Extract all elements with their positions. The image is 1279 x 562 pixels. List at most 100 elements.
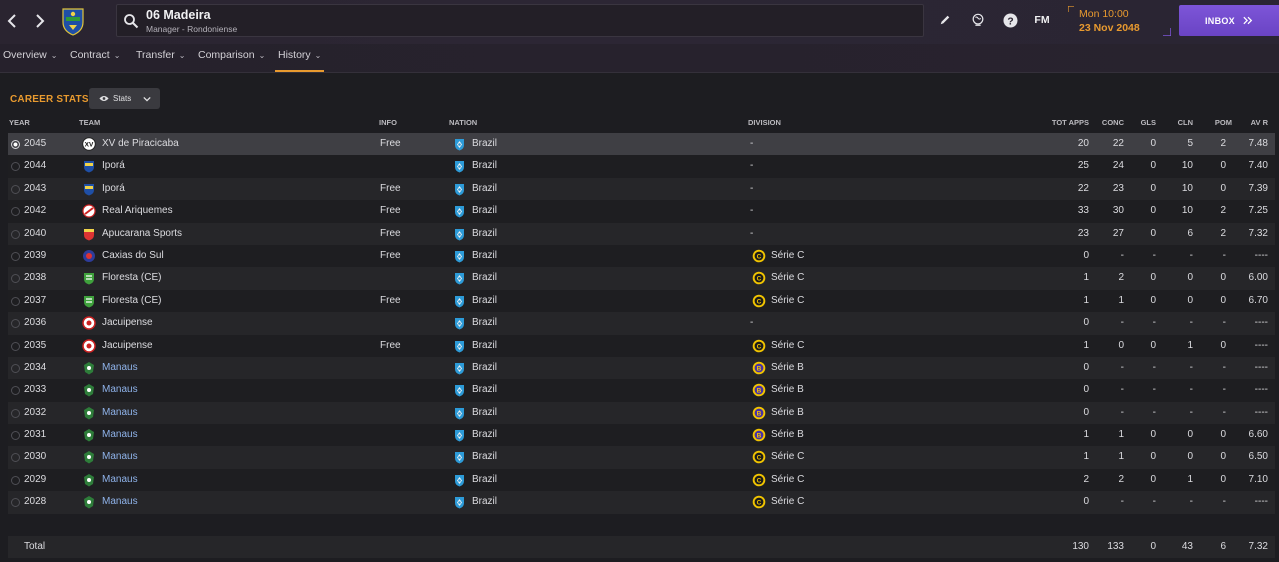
table-row[interactable]: 2028 Manaus Brazil C Série C 0- - - - ---- bbox=[8, 491, 1275, 514]
nation-cell[interactable]: Brazil bbox=[472, 183, 497, 194]
tab-contract[interactable]: Contract ⌄ bbox=[70, 49, 120, 71]
row-select-radio[interactable] bbox=[11, 251, 20, 261]
division-cell[interactable]: Série C bbox=[771, 340, 804, 351]
table-row[interactable]: 2034 Manaus Brazil B Série B 0- - - - ---- bbox=[8, 356, 1275, 380]
division-cell[interactable]: Série C bbox=[771, 496, 804, 507]
nation-cell[interactable]: Brazil bbox=[472, 138, 497, 149]
world-globe-icon[interactable] bbox=[969, 11, 987, 29]
column-header-apps[interactable]: TOT APPS bbox=[1040, 118, 1089, 127]
row-select-radio[interactable] bbox=[11, 274, 20, 284]
division-cell[interactable]: Série B bbox=[771, 362, 804, 373]
nation-cell[interactable]: Brazil bbox=[472, 160, 497, 171]
forward-arrow-icon[interactable] bbox=[28, 8, 52, 34]
search-icon[interactable] bbox=[123, 13, 139, 29]
column-header-pom[interactable]: POM bbox=[1200, 118, 1232, 127]
column-header-year[interactable]: YEAR bbox=[9, 118, 30, 127]
nation-cell[interactable]: Brazil bbox=[472, 205, 497, 216]
nation-cell[interactable]: Brazil bbox=[472, 429, 497, 440]
row-select-radio[interactable] bbox=[11, 431, 20, 441]
back-arrow-icon[interactable] bbox=[0, 8, 24, 34]
team-cell[interactable]: Manaus bbox=[102, 407, 138, 418]
tab-history[interactable]: History ⌄ bbox=[274, 49, 325, 72]
team-cell[interactable]: Manaus bbox=[102, 362, 138, 373]
team-cell[interactable]: Real Ariquemes bbox=[102, 205, 173, 216]
tab-transfer[interactable]: Transfer ⌄ bbox=[136, 49, 185, 71]
table-row[interactable]: 2029 Manaus Brazil C Série C 2 2 0 1 0 7.10 bbox=[8, 468, 1275, 492]
table-row[interactable]: 2043 Iporá Free Brazil - 22 23 0 10 0 7.39 bbox=[8, 177, 1275, 201]
table-row[interactable]: 2033 Manaus Brazil B Série B 0- - - - ---- bbox=[8, 379, 1275, 402]
column-header-info[interactable]: INFO bbox=[379, 118, 397, 127]
nation-cell[interactable]: Brazil bbox=[472, 474, 497, 485]
division-cell[interactable]: Série B bbox=[771, 429, 804, 440]
table-row[interactable]: 2040 Apucarana Sports Free Brazil - 23 27 0 6 2 7.… bbox=[8, 222, 1275, 245]
row-select-radio[interactable] bbox=[11, 341, 20, 351]
table-row[interactable]: 2039 Caxias do Sul Free Brazil C Série C0----… bbox=[8, 244, 1275, 268]
nation-cell[interactable]: Brazil bbox=[472, 340, 497, 351]
row-select-radio[interactable] bbox=[11, 363, 20, 373]
row-select-radio[interactable] bbox=[11, 207, 20, 217]
division-cell[interactable]: Série C bbox=[771, 295, 804, 306]
team-cell[interactable]: Floresta (CE) bbox=[102, 272, 161, 283]
edit-pencil-icon[interactable] bbox=[936, 11, 954, 29]
nation-cell[interactable]: Brazil bbox=[472, 384, 497, 395]
team-cell[interactable]: Apucarana Sports bbox=[102, 228, 182, 239]
table-row[interactable]: 2037 Floresta (CE) Free Brazil C Série C 1 1 0 0 0… bbox=[8, 289, 1275, 313]
team-cell[interactable]: Manaus bbox=[102, 429, 138, 440]
row-select-radio[interactable] bbox=[11, 319, 20, 329]
team-cell[interactable]: Manaus bbox=[102, 451, 138, 462]
column-header-cln[interactable]: CLN bbox=[1163, 118, 1193, 127]
nation-cell[interactable]: Brazil bbox=[472, 496, 497, 507]
row-select-radio[interactable] bbox=[11, 162, 20, 172]
column-header-team[interactable]: TEAM bbox=[79, 118, 100, 127]
nation-cell[interactable]: Brazil bbox=[472, 317, 497, 328]
column-header-gls[interactable]: GLS bbox=[1128, 118, 1156, 127]
row-select-radio[interactable] bbox=[11, 386, 20, 396]
team-cell[interactable]: Iporá bbox=[102, 183, 125, 194]
row-select-radio[interactable] bbox=[11, 498, 20, 508]
tab-overview[interactable]: Overview ⌄ bbox=[3, 49, 57, 71]
division-cell[interactable]: Série B bbox=[771, 384, 804, 395]
team-cell[interactable]: Floresta (CE) bbox=[102, 295, 161, 306]
row-select-radio[interactable] bbox=[11, 184, 20, 194]
team-cell[interactable]: Iporá bbox=[102, 160, 125, 171]
table-row[interactable]: 2031 Manaus Brazil B Série B 1 1 0 0 0 6.60 bbox=[8, 424, 1275, 447]
column-header-nation[interactable]: NATION bbox=[449, 118, 477, 127]
team-cell[interactable]: Caxias do Sul bbox=[102, 250, 164, 261]
table-row[interactable]: 2030 Manaus Brazil C Série C 1 1 0 0 0 6.50 bbox=[8, 446, 1275, 469]
division-cell[interactable]: - bbox=[750, 183, 753, 194]
division-cell[interactable]: - bbox=[750, 138, 753, 149]
fm-menu-button[interactable]: FM bbox=[1033, 11, 1051, 29]
team-cell[interactable]: Jacuipense bbox=[102, 340, 153, 351]
team-cell[interactable]: Manaus bbox=[102, 384, 138, 395]
table-row[interactable]: 2038 Floresta (CE) Brazil C Série C 1 2 0 0 0 6.00 bbox=[8, 267, 1275, 290]
division-cell[interactable]: Série C bbox=[771, 250, 804, 261]
table-row[interactable]: 2042 Real Ariquemes Free Brazil - 33 30 0 10 2 7.2… bbox=[8, 200, 1275, 223]
division-cell[interactable]: - bbox=[750, 228, 753, 239]
column-header-division[interactable]: DIVISION bbox=[748, 118, 781, 127]
division-cell[interactable]: Série C bbox=[771, 451, 804, 462]
division-cell[interactable]: - bbox=[750, 160, 753, 171]
nation-cell[interactable]: Brazil bbox=[472, 362, 497, 373]
team-cell[interactable]: Jacuipense bbox=[102, 317, 153, 328]
column-header-avr[interactable]: AV R bbox=[1238, 118, 1268, 127]
profile-search-box[interactable]: 06 Madeira Manager - Rondoniense bbox=[116, 4, 924, 37]
table-row[interactable]: 2036 Jacuipense Brazil -0- - - - ---- bbox=[8, 312, 1275, 335]
table-row[interactable]: 2035 Jacuipense Free Brazil C Série C 1 0 0 1 0 ---… bbox=[8, 334, 1275, 357]
row-select-radio[interactable] bbox=[11, 475, 20, 485]
club-badge-icon[interactable] bbox=[60, 6, 86, 36]
tab-comparison[interactable]: Comparison ⌄ bbox=[198, 49, 265, 71]
team-cell[interactable]: XV de Piracicaba bbox=[102, 138, 179, 149]
inbox-button[interactable]: INBOX bbox=[1179, 5, 1279, 36]
division-cell[interactable]: - bbox=[750, 317, 753, 328]
help-question-icon[interactable]: ? bbox=[1001, 11, 1019, 29]
column-header-conc[interactable]: CONC bbox=[1090, 118, 1124, 127]
nation-cell[interactable]: Brazil bbox=[472, 451, 497, 462]
table-row[interactable]: 2032 Manaus Brazil B Série B 0- - - - ---- bbox=[8, 401, 1275, 425]
nation-cell[interactable]: Brazil bbox=[472, 295, 497, 306]
row-select-radio[interactable] bbox=[11, 453, 20, 463]
table-row[interactable]: 2044 Iporá Brazil - 25 24 0 10 0 7.40 bbox=[8, 155, 1275, 178]
row-select-radio[interactable] bbox=[11, 296, 20, 306]
nation-cell[interactable]: Brazil bbox=[472, 250, 497, 261]
row-select-radio[interactable] bbox=[11, 408, 20, 418]
team-cell[interactable]: Manaus bbox=[102, 474, 138, 485]
